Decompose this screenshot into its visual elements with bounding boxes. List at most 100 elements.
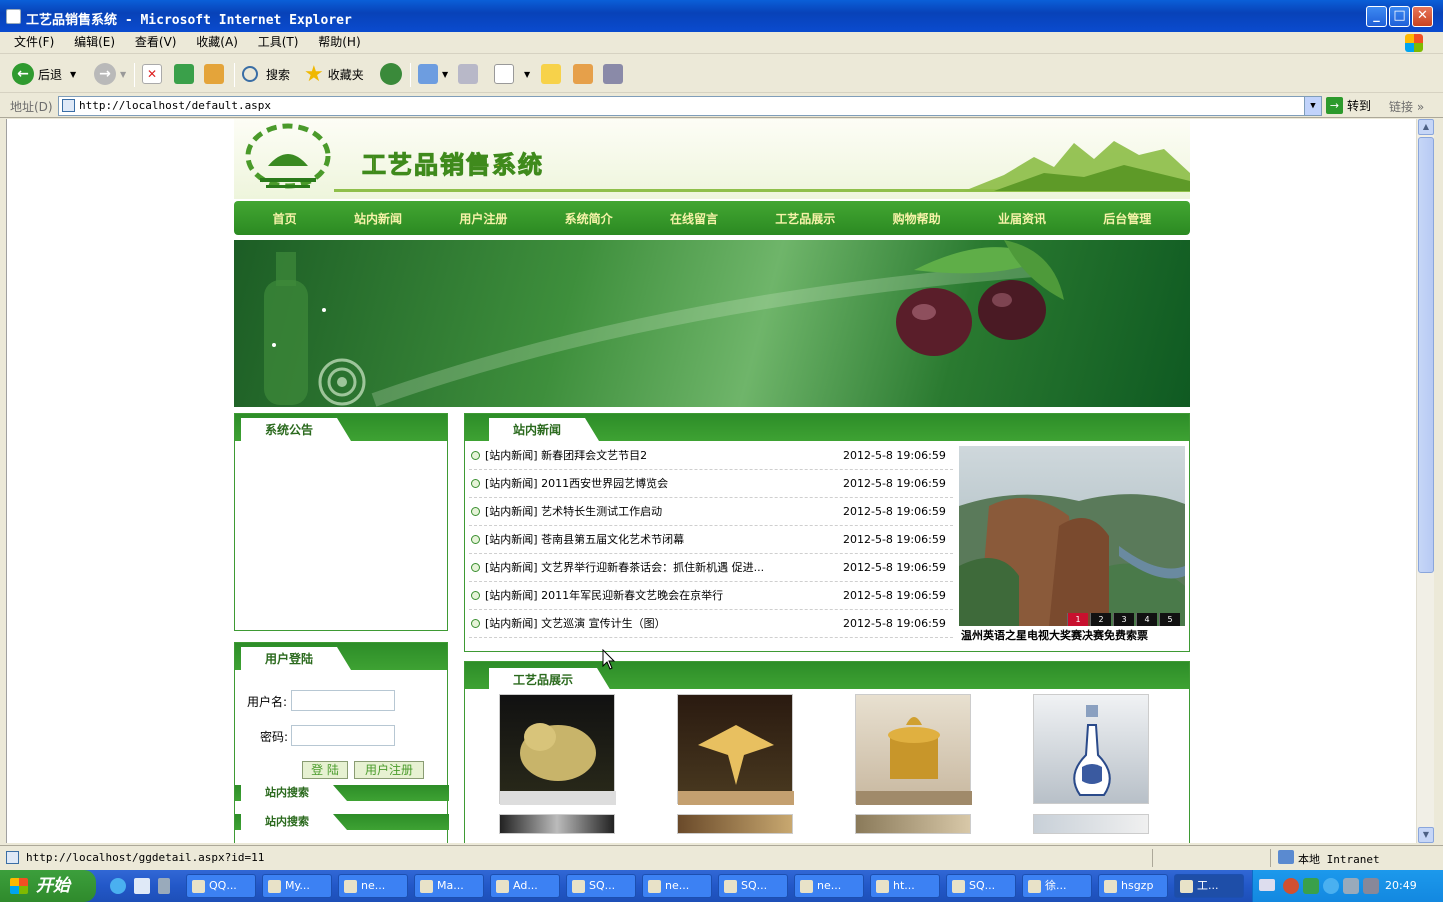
product-image-8[interactable] [1033, 814, 1149, 834]
address-dropdown[interactable]: ▼ [1304, 97, 1321, 115]
product-image-4[interactable] [1033, 694, 1149, 804]
slide-page-3[interactable]: 3 [1113, 613, 1134, 626]
nav-products[interactable]: 工艺品展示 [775, 210, 835, 227]
tray-volume-icon[interactable] [1343, 878, 1359, 894]
register-button[interactable]: 用户注册 [354, 761, 424, 779]
nav-help[interactable]: 购物帮助 [893, 210, 941, 227]
product-image-6[interactable] [677, 814, 793, 834]
nav-about[interactable]: 系统简介 [565, 210, 613, 227]
menu-file[interactable]: 文件(F) [14, 32, 54, 52]
nav-news[interactable]: 站内新闻 [354, 210, 402, 227]
app-quicklaunch-icon[interactable] [158, 878, 170, 894]
taskbar-item[interactable]: ne... [338, 874, 408, 898]
go-button[interactable]: → 转到 [1326, 97, 1371, 114]
tray-app-icon[interactable] [1283, 878, 1299, 894]
news-header: 站内新闻 [465, 414, 1189, 441]
password-label: 密码: [260, 730, 289, 744]
forward-button[interactable]: → ▼ [94, 63, 126, 85]
taskbar-item[interactable]: 徐... [1022, 874, 1092, 898]
research-button[interactable] [573, 63, 593, 85]
news-item[interactable]: [站内新闻] 2011年军民迎新春文艺晚会在京举行 2012-5-8 19:06:… [469, 582, 953, 610]
edit-button[interactable]: ▼ [494, 63, 530, 85]
keyboard-icon[interactable] [1259, 879, 1275, 891]
scroll-thumb[interactable] [1418, 137, 1434, 573]
slide-page-2[interactable]: 2 [1090, 613, 1111, 626]
taskbar-item[interactable]: QQ... [186, 874, 256, 898]
print-button[interactable] [458, 63, 478, 85]
taskbar-item[interactable]: My... [262, 874, 332, 898]
links-button[interactable]: 链接 » [1389, 98, 1424, 115]
favorites-button[interactable]: ★ 收藏夹 [304, 62, 364, 87]
nav-guestbook[interactable]: 在线留言 [670, 210, 718, 227]
news-item[interactable]: [站内新闻] 新春团拜会文艺节目2 2012-5-8 19:06:59 [469, 442, 953, 470]
news-item[interactable]: [站内新闻] 2011西安世界园艺博览会 2012-5-8 19:06:59 [469, 470, 953, 498]
notice-panel: 系统公告 [234, 413, 448, 631]
vertical-scrollbar[interactable]: ▲ ▼ [1416, 119, 1434, 843]
messenger-button[interactable] [603, 63, 623, 85]
menu-favorites[interactable]: 收藏(A) [196, 32, 238, 52]
intranet-icon [1278, 850, 1294, 864]
crystal-eagle-art [678, 725, 794, 805]
password-input[interactable] [291, 725, 395, 746]
tray-misc-icon[interactable] [1363, 878, 1379, 894]
username-input[interactable] [291, 690, 395, 711]
news-slideshow[interactable]: 1 2 3 4 5 [959, 446, 1185, 626]
nav-industry[interactable]: 业届资讯 [998, 210, 1046, 227]
taskbar-item[interactable]: SQ... [566, 874, 636, 898]
menu-help[interactable]: 帮助(H) [318, 32, 360, 52]
tray-network-icon[interactable] [1323, 878, 1339, 894]
taskbar-item[interactable]: ht... [870, 874, 940, 898]
menu-edit[interactable]: 编辑(E) [74, 32, 115, 52]
nav-home[interactable]: 首页 [273, 210, 297, 227]
close-button[interactable]: ✕ [1412, 6, 1433, 27]
bullet-icon [471, 535, 480, 544]
product-image-2[interactable] [677, 694, 794, 805]
taskbar-item[interactable]: SQ... [718, 874, 788, 898]
product-image-3[interactable] [855, 694, 972, 805]
back-button[interactable]: ← 后退 ▼ [12, 63, 76, 85]
start-button[interactable]: 开始 [0, 870, 96, 902]
address-input[interactable]: http://localhost/default.aspx ▼ [58, 96, 1322, 116]
discuss-button[interactable] [541, 63, 561, 85]
search-button[interactable]: 搜索 [242, 63, 290, 85]
product-image-7[interactable] [855, 814, 971, 834]
tray-shield-icon[interactable] [1303, 878, 1319, 894]
taskbar-item-active[interactable]: 工... [1174, 874, 1244, 898]
nav-register[interactable]: 用户注册 [459, 210, 507, 227]
home-button[interactable] [204, 63, 224, 85]
slide-page-5[interactable]: 5 [1159, 613, 1180, 626]
refresh-button[interactable] [174, 63, 194, 85]
desktop-quicklaunch-icon[interactable] [134, 878, 150, 894]
taskbar-item[interactable]: hsgzp [1098, 874, 1168, 898]
nav-admin[interactable]: 后台管理 [1103, 210, 1151, 227]
news-item[interactable]: [站内新闻] 艺术特长生测试工作启动 2012-5-8 19:06:59 [469, 498, 953, 526]
product-image-5[interactable] [499, 814, 615, 834]
taskbar-item[interactable]: Ma... [414, 874, 484, 898]
taskbar-item[interactable]: ne... [794, 874, 864, 898]
mail-button[interactable]: ▼ [418, 63, 448, 85]
history-button[interactable] [380, 63, 406, 85]
maximize-button[interactable]: □ [1389, 6, 1410, 27]
window-title-bar[interactable]: 工艺品销售系统 - Microsoft Internet Explorer _ … [0, 0, 1443, 32]
news-item[interactable]: [站内新闻] 苍南县第五届文化艺术节闭幕 2012-5-8 19:06:59 [469, 526, 953, 554]
scroll-down-icon[interactable]: ▼ [1418, 827, 1434, 843]
taskbar-item[interactable]: SQ... [946, 874, 1016, 898]
search-icon [242, 66, 258, 82]
scroll-up-icon[interactable]: ▲ [1418, 119, 1434, 135]
login-button[interactable]: 登 陆 [302, 761, 348, 779]
toolbar: ← 后退 ▼ → ▼ ✕ 搜索 ★ 收藏夹 ▼ ▼ [0, 55, 1443, 93]
menu-tools[interactable]: 工具(T) [258, 32, 299, 52]
ie-quicklaunch-icon[interactable] [110, 878, 126, 894]
taskbar-item[interactable]: ne... [642, 874, 712, 898]
news-item[interactable]: [站内新闻] 文艺界举行迎新春茶话会：抓住新机遇 促进... 2012-5-8 1… [469, 554, 953, 582]
stop-button[interactable]: ✕ [142, 63, 162, 85]
news-item[interactable]: [站内新闻] 文艺巡演 宣传计生（图） 2012-5-8 19:06:59 [469, 610, 953, 638]
menu-view[interactable]: 查看(V) [135, 32, 177, 52]
product-image-1[interactable] [499, 694, 616, 805]
minimize-button[interactable]: _ [1366, 6, 1387, 27]
taskbar-item[interactable]: Ad... [490, 874, 560, 898]
slide-page-1[interactable]: 1 [1067, 613, 1088, 626]
slide-caption[interactable]: 温州英语之星电视大奖赛决赛免费索票 [961, 627, 1148, 643]
stop-icon: ✕ [142, 64, 162, 84]
slide-page-4[interactable]: 4 [1136, 613, 1157, 626]
